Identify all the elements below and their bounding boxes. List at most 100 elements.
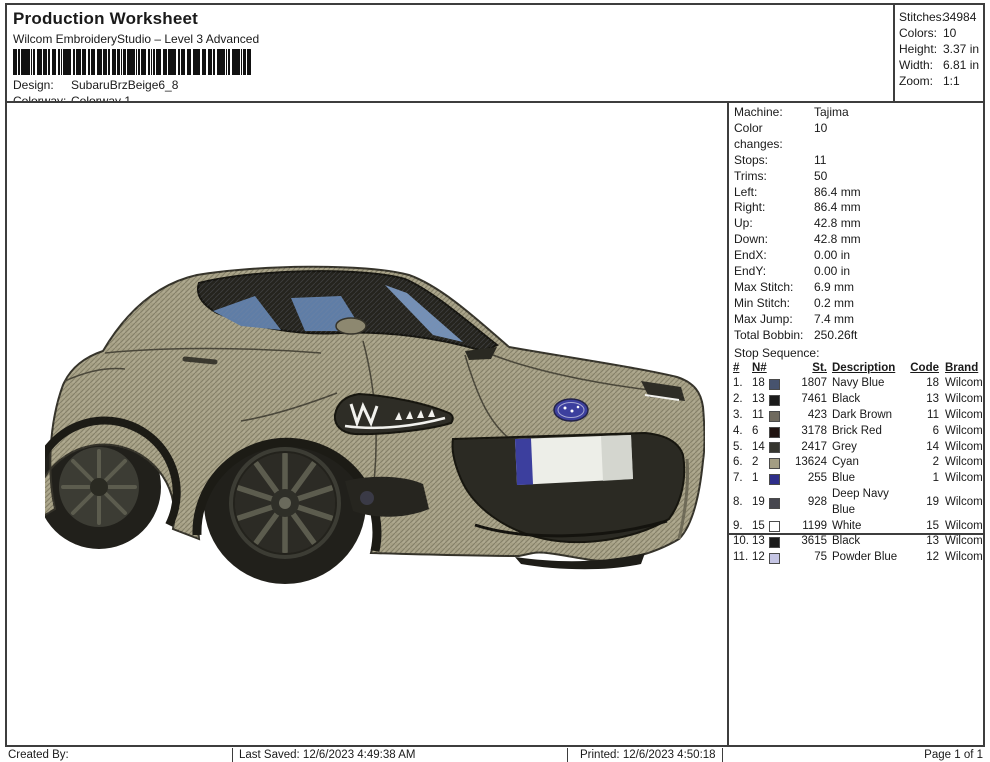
stop-sequence-row: 9. 15 1199 White 15 Wilcom [733,519,983,535]
machine-info-value: 0.00 in [814,264,983,280]
production-worksheet-page: Production Worksheet Wilcom EmbroiderySt… [0,0,990,762]
machine-info-row: Up: 42.8 mm [729,216,983,232]
stop-description: Grey [827,440,909,456]
stop-stitches: 13624 [785,455,827,471]
stop-brand: Wilcom [939,424,984,440]
machine-info-row: Total Bobbin: 250.26ft [729,328,983,344]
panel-divider [727,103,729,745]
stop-description: Blue [827,471,909,487]
stop-sequence-row: 4. 6 3178 Brick Red 6 Wilcom [733,424,983,440]
stop-code: 19 [909,495,939,511]
stop-code: 6 [909,424,939,440]
machine-info-label: Machine: [734,105,814,121]
thread-color-swatch [769,442,780,453]
machine-info-value: Tajima [814,105,983,121]
machine-info-label: Min Stitch: [734,296,814,312]
col-brand: Brand [939,361,984,377]
printed: Printed: 12/6/2023 4:50:18 AM [567,748,722,762]
stop-brand: Wilcom [939,392,984,408]
stop-num: 9. [733,519,752,535]
summary-value: 34984 [943,9,983,25]
thread-color-swatch [769,537,780,548]
stop-description: Deep Navy Blue [827,487,909,519]
stop-stitches: 3178 [785,424,827,440]
summary-label: Zoom: [899,73,943,89]
header-panel: Production Worksheet Wilcom EmbroiderySt… [5,3,895,103]
stop-description: Dark Brown [827,408,909,424]
stop-sequence-rows: 1. 18 1807 Navy Blue 18 Wilcom 2. 13 746… [733,376,983,566]
stop-stitches: 75 [785,550,827,566]
machine-info-row: Right: 86.4 mm [729,200,983,216]
thread-color-swatch [769,458,780,469]
stop-sequence-header: # N# St. Description Code Brand [733,361,983,377]
stop-n: 2 [752,455,769,471]
stop-n: 11 [752,408,769,424]
stop-stitches: 1199 [785,519,827,535]
plate-blue-band [515,439,533,486]
stop-brand: Wilcom [939,534,984,550]
stop-num: 8. [733,495,752,511]
stop-sequence-row: 5. 14 2417 Grey 14 Wilcom [733,440,983,456]
col-num: # [733,361,752,377]
subaru-logo-icon [554,399,588,421]
machine-info-row: EndY: 0.00 in [729,264,983,280]
stop-sequence-row: 11. 12 75 Powder Blue 12 Wilcom [733,550,983,566]
stop-description: Black [827,392,909,408]
machine-info-value: 10 [814,121,983,153]
last-saved: Last Saved: 12/6/2023 4:49:38 AM [232,748,567,762]
machine-info-value: 0.2 mm [814,296,983,312]
machine-info-label: Stops: [734,153,814,169]
summary-panel: Stitches: 34984 Colors: 10 Height: 3.37 … [893,3,985,103]
stop-description: Black [827,534,909,550]
design-row: Design:SubaruBrzBeige6_8 [13,78,178,92]
summary-row: Zoom: 1:1 [895,73,983,89]
summary-value: 3.37 in [943,41,983,57]
thread-color-swatch [769,427,780,438]
machine-info-label: Down: [734,232,814,248]
stop-sequence-table: # N# St. Description Code Brand 1. 18 18… [729,361,983,566]
stop-n: 14 [752,440,769,456]
machine-info-row: Left: 86.4 mm [729,185,983,201]
stop-num: 7. [733,471,752,487]
stop-n: 1 [752,471,769,487]
stop-code: 13 [909,392,939,408]
stop-brand: Wilcom [939,440,984,456]
machine-info-label: Max Stitch: [734,280,814,296]
machine-info-label: Trims: [734,169,814,185]
side-mirror [336,318,366,334]
col-description: Description [827,361,909,377]
app-subtitle: Wilcom EmbroideryStudio – Level 3 Advanc… [13,32,259,46]
thread-color-swatch [769,379,780,390]
summary-value: 10 [943,25,983,41]
machine-info-row: EndX: 0.00 in [729,248,983,264]
summary-row: Height: 3.37 in [895,41,983,57]
stop-code: 18 [909,376,939,392]
thread-color-swatch [769,474,780,485]
stop-stitches: 255 [785,471,827,487]
stop-stitches: 7461 [785,392,827,408]
col-n: N# [752,361,769,377]
created-by: Created By: [5,748,232,762]
stop-stitches: 1807 [785,376,827,392]
summary-row: Stitches: 34984 [895,9,983,25]
col-st: St. [785,361,827,377]
stop-brand: Wilcom [939,455,984,471]
stop-code: 1 [909,471,939,487]
stop-code: 14 [909,440,939,456]
summary-value: 6.81 in [943,57,983,73]
machine-info-row: Stops: 11 [729,153,983,169]
machine-info-value: 42.8 mm [814,232,983,248]
stop-description: Brick Red [827,424,909,440]
thread-color-swatch [769,411,780,422]
stop-brand: Wilcom [939,408,984,424]
stop-sequence-row: 1. 18 1807 Navy Blue 18 Wilcom [733,376,983,392]
machine-info-row: Max Stitch: 6.9 mm [729,280,983,296]
machine-info-value: 6.9 mm [814,280,983,296]
stop-code: 11 [909,408,939,424]
machine-info-label: EndY: [734,264,814,280]
details-panel: Machine: Tajima Color changes: 10 Stops:… [729,103,983,745]
stop-n: 18 [752,376,769,392]
stop-n: 12 [752,550,769,566]
stop-sequence-row: 6. 2 13624 Cyan 2 Wilcom [733,455,983,471]
machine-info-row: Trims: 50 [729,169,983,185]
